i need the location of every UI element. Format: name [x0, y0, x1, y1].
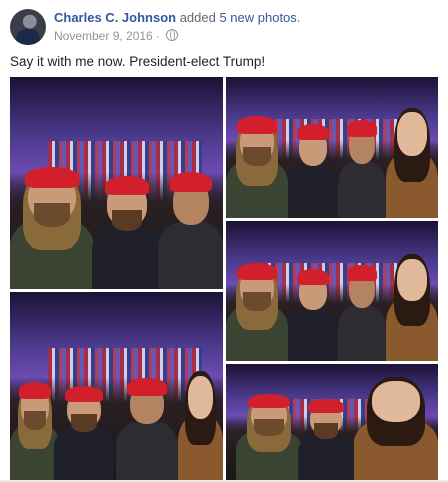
globe-icon[interactable]: [166, 29, 179, 41]
author-name-link[interactable]: Charles C. Johnson: [54, 10, 176, 25]
photo-4[interactable]: [10, 292, 223, 480]
headline-action-text: added: [176, 10, 220, 25]
photo-5[interactable]: [226, 364, 438, 480]
author-avatar[interactable]: [10, 9, 46, 45]
photo-3[interactable]: [226, 221, 438, 361]
post-message: Say it with me now. President-elect Trum…: [10, 54, 266, 69]
photo-1[interactable]: [10, 77, 223, 289]
post-header: Charles C. Johnson added 5 new photos. N…: [10, 9, 438, 45]
post-meta: November 9, 2016 ·: [54, 29, 179, 43]
photo-2[interactable]: [226, 77, 438, 218]
post-headline: Charles C. Johnson added 5 new photos.: [54, 10, 300, 25]
facebook-post-card: Charles C. Johnson added 5 new photos. N…: [0, 0, 448, 482]
headline-end: .: [296, 10, 301, 25]
photos-count-link[interactable]: 5 new photos: [219, 10, 296, 25]
post-timestamp[interactable]: November 9, 2016 ·: [54, 29, 163, 43]
